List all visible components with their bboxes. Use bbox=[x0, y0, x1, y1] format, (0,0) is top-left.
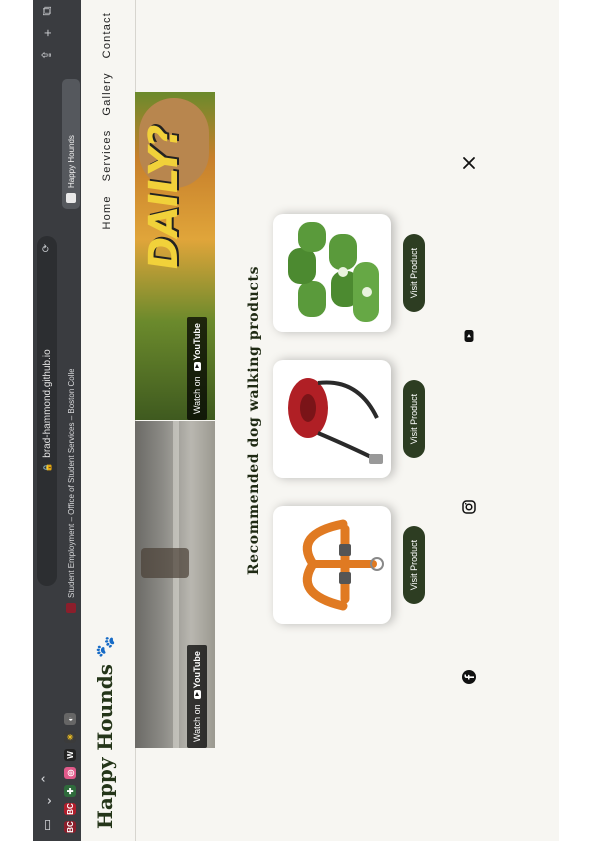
youtube-icon[interactable] bbox=[461, 328, 477, 344]
youtube-logo-icon: YouTube bbox=[192, 323, 202, 372]
video-thumbnail-text: DAILY? bbox=[141, 122, 187, 274]
favicon-pink[interactable]: ◎ bbox=[64, 767, 76, 779]
brand-logo[interactable]: Happy Hounds 🐾 bbox=[93, 636, 117, 829]
visit-product-button[interactable]: Visit Product bbox=[403, 380, 425, 458]
watch-on-youtube-badge[interactable]: Watch on YouTube bbox=[187, 645, 207, 748]
watch-on-label: Watch on bbox=[192, 376, 202, 414]
favicon-green[interactable]: ✚ bbox=[64, 785, 76, 797]
harness-image bbox=[302, 519, 384, 611]
sidebar-toggle-icon[interactable]: ▭ bbox=[39, 815, 55, 835]
tab-bar: BC BC ✚ ◎ W ✳ ◐ Student Employment – Off… bbox=[61, 0, 81, 841]
leash-image bbox=[288, 378, 383, 464]
chevron-up-icon[interactable]: ⌃ bbox=[39, 769, 55, 789]
video-thumbnail-detail bbox=[173, 421, 179, 748]
watch-on-youtube-badge[interactable]: Watch on YouTube bbox=[187, 317, 207, 420]
visit-product-button[interactable]: Visit Product bbox=[403, 234, 425, 312]
video-embed-2[interactable]: DAILY? Watch on YouTube bbox=[135, 92, 215, 420]
video-embed-1[interactable]: Watch on YouTube bbox=[135, 421, 215, 748]
tab-happy-hounds[interactable]: Happy Hounds bbox=[62, 79, 80, 209]
x-icon[interactable] bbox=[461, 155, 477, 171]
main-nav: Home Services Gallery Contact bbox=[101, 12, 113, 230]
share-icon[interactable]: ⇪ bbox=[39, 45, 55, 65]
section-title: Recommended dog walking products bbox=[246, 265, 262, 576]
favicon-gray[interactable]: ◐ bbox=[64, 713, 76, 725]
poop-bags-image bbox=[288, 222, 379, 322]
product-card-harness bbox=[273, 506, 391, 624]
lock-icon: 🔒 bbox=[42, 462, 52, 473]
nav-gallery[interactable]: Gallery bbox=[101, 72, 113, 115]
browser-chrome: ▭ ⌄ ⌃ 🔒 brad-hammond.github.io ⟳ ⇪ + ⧉ B… bbox=[33, 0, 81, 841]
site-page: Happy Hounds 🐾 Home Services Gallery Con… bbox=[81, 0, 559, 841]
new-tab-icon[interactable]: + bbox=[39, 23, 55, 43]
url-text: brad-hammond.github.io bbox=[41, 349, 53, 458]
youtube-label: YouTube bbox=[192, 323, 202, 361]
favicon-dark[interactable]: W bbox=[64, 749, 76, 761]
instagram-icon[interactable] bbox=[461, 499, 477, 515]
visit-product-button[interactable]: Visit Product bbox=[403, 526, 425, 604]
site-header: Happy Hounds 🐾 Home Services Gallery Con… bbox=[81, 0, 136, 841]
youtube-label: YouTube bbox=[192, 651, 202, 689]
chevron-down-icon[interactable]: ⌄ bbox=[39, 791, 55, 811]
tab-favicon bbox=[66, 603, 76, 613]
tab-label: Happy Hounds bbox=[66, 135, 76, 188]
video-strip: Watch on YouTube DAILY? Watch on YouTube bbox=[135, 92, 215, 748]
tab-label: Student Employment – Office of Student S… bbox=[66, 369, 76, 598]
facebook-icon[interactable] bbox=[461, 669, 477, 685]
page-bottom-margin bbox=[559, 0, 594, 841]
paw-icon: 🐾 bbox=[94, 635, 116, 659]
youtube-logo-icon: YouTube bbox=[192, 651, 202, 700]
video-thumbnail-figure bbox=[141, 548, 189, 578]
nav-contact[interactable]: Contact bbox=[101, 12, 113, 58]
favicon-bc-2[interactable]: BC bbox=[64, 803, 76, 815]
brand-name: Happy Hounds bbox=[93, 664, 117, 829]
tab-overview-icon[interactable]: ⧉ bbox=[39, 1, 55, 21]
product-card-leash bbox=[273, 360, 391, 478]
favicon-star[interactable]: ✳ bbox=[64, 731, 76, 743]
favicon-bc[interactable]: BC bbox=[64, 821, 76, 833]
watch-on-label: Watch on bbox=[192, 704, 202, 742]
product-card-poop-bags bbox=[273, 214, 391, 332]
address-bar[interactable]: 🔒 brad-hammond.github.io ⟳ bbox=[37, 236, 57, 586]
tab-favicon bbox=[66, 193, 76, 203]
tab-student-employment[interactable]: Student Employment – Office of Student S… bbox=[62, 369, 80, 619]
reload-icon[interactable]: ⟳ bbox=[41, 244, 52, 252]
nav-services[interactable]: Services bbox=[101, 130, 113, 182]
nav-home[interactable]: Home bbox=[101, 195, 113, 229]
